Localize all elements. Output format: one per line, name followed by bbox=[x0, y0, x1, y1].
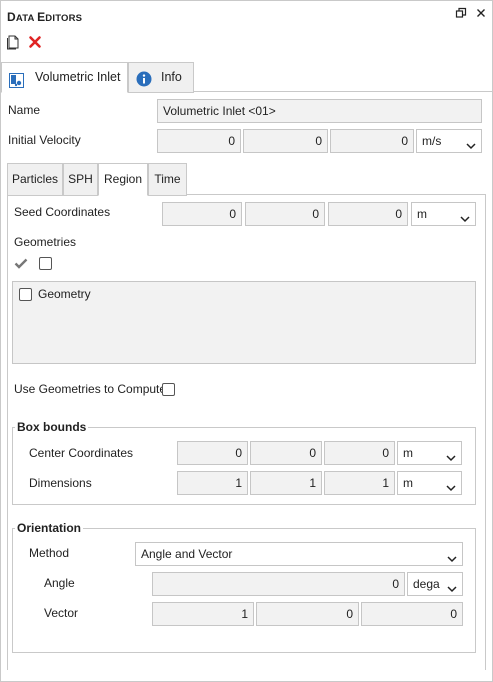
vector-label: Vector bbox=[44, 606, 79, 620]
unit-value: m bbox=[403, 446, 413, 460]
unit-value: m bbox=[417, 207, 427, 221]
seed-x-field[interactable]: 0 bbox=[162, 202, 242, 226]
uncheck-all-checkbox[interactable] bbox=[39, 257, 52, 270]
chevron-down-icon bbox=[446, 549, 458, 563]
method-label: Method bbox=[29, 546, 70, 560]
data-editors-panel: DATA EDITORS Volumetric Inlet Info Name … bbox=[0, 0, 493, 682]
tab-info[interactable]: Info bbox=[128, 62, 194, 93]
center-y-field[interactable]: 0 bbox=[250, 441, 322, 465]
geometry-item-label: Geometry bbox=[38, 287, 91, 301]
restore-icon[interactable] bbox=[454, 7, 468, 21]
tab-label: Info bbox=[161, 70, 182, 84]
vector-y-field[interactable]: 0 bbox=[256, 602, 359, 626]
initial-velocity-label: Initial Velocity bbox=[8, 133, 81, 147]
seed-y-field[interactable]: 0 bbox=[245, 202, 325, 226]
seed-unit-select[interactable]: m bbox=[411, 202, 476, 226]
angle-field[interactable]: 0 bbox=[152, 572, 405, 596]
unit-value: dega bbox=[413, 577, 440, 591]
initial-velocity-x-field[interactable]: 0 bbox=[157, 129, 241, 153]
method-value: Angle and Vector bbox=[141, 547, 233, 561]
center-coordinates-label: Center Coordinates bbox=[29, 446, 134, 460]
dimensions-x-field[interactable]: 1 bbox=[177, 471, 248, 495]
box-bounds-title: Box bounds bbox=[15, 420, 89, 434]
angle-label: Angle bbox=[44, 576, 75, 590]
dimensions-unit-select[interactable]: m bbox=[397, 471, 462, 495]
main-tab-bar: Volumetric Inlet Info bbox=[1, 62, 492, 93]
chevron-down-icon bbox=[445, 478, 457, 492]
chevron-down-icon bbox=[465, 136, 477, 150]
title-bar: DATA EDITORS bbox=[1, 1, 492, 31]
dimensions-label: Dimensions bbox=[29, 476, 92, 490]
check-all-icon[interactable] bbox=[14, 257, 28, 270]
chevron-down-icon bbox=[459, 209, 471, 223]
name-field[interactable]: Volumetric Inlet <01> bbox=[157, 99, 482, 123]
chevron-down-icon bbox=[446, 579, 458, 593]
document-icon[interactable] bbox=[6, 34, 22, 50]
chevron-down-icon bbox=[445, 448, 457, 462]
use-geometries-checkbox[interactable] bbox=[162, 383, 175, 396]
sub-tab-bar: Particles SPH Region Time bbox=[7, 163, 486, 196]
close-icon[interactable] bbox=[474, 7, 488, 21]
tab-region[interactable]: Region bbox=[98, 163, 148, 196]
unit-value: m/s bbox=[422, 134, 442, 148]
center-x-field[interactable]: 0 bbox=[177, 441, 248, 465]
tab-particles[interactable]: Particles bbox=[7, 163, 63, 196]
tab-time[interactable]: Time bbox=[148, 163, 187, 196]
geometries-label: Geometries bbox=[14, 235, 77, 249]
delete-red-x-icon[interactable] bbox=[27, 34, 43, 50]
unit-value: m bbox=[403, 476, 413, 490]
inlet-icon bbox=[9, 70, 24, 88]
tab-sph[interactable]: SPH bbox=[63, 163, 98, 196]
info-icon bbox=[136, 69, 152, 87]
initial-velocity-unit-select[interactable]: m/s bbox=[416, 129, 482, 153]
initial-velocity-y-field[interactable]: 0 bbox=[243, 129, 328, 153]
angle-unit-select[interactable]: dega bbox=[407, 572, 463, 596]
name-label: Name bbox=[8, 103, 41, 117]
tab-label: Volumetric Inlet bbox=[35, 70, 121, 84]
center-z-field[interactable]: 0 bbox=[324, 441, 395, 465]
tab-volumetric-inlet[interactable]: Volumetric Inlet bbox=[1, 62, 128, 93]
dimensions-z-field[interactable]: 1 bbox=[324, 471, 395, 495]
center-unit-select[interactable]: m bbox=[397, 441, 462, 465]
initial-velocity-z-field[interactable]: 0 bbox=[330, 129, 414, 153]
dimensions-y-field[interactable]: 1 bbox=[250, 471, 322, 495]
orientation-title: Orientation bbox=[15, 521, 84, 535]
geometries-list[interactable]: Geometry bbox=[12, 281, 476, 364]
method-select[interactable]: Angle and Vector bbox=[135, 542, 463, 566]
use-geometries-label: Use Geometries to Compute bbox=[14, 382, 167, 396]
vector-z-field[interactable]: 0 bbox=[361, 602, 463, 626]
panel-title: DATA EDITORS bbox=[7, 10, 83, 24]
geometry-checkbox[interactable] bbox=[19, 288, 32, 301]
vector-x-field[interactable]: 1 bbox=[152, 602, 254, 626]
seed-coordinates-label: Seed Coordinates bbox=[14, 205, 111, 219]
seed-z-field[interactable]: 0 bbox=[328, 202, 408, 226]
